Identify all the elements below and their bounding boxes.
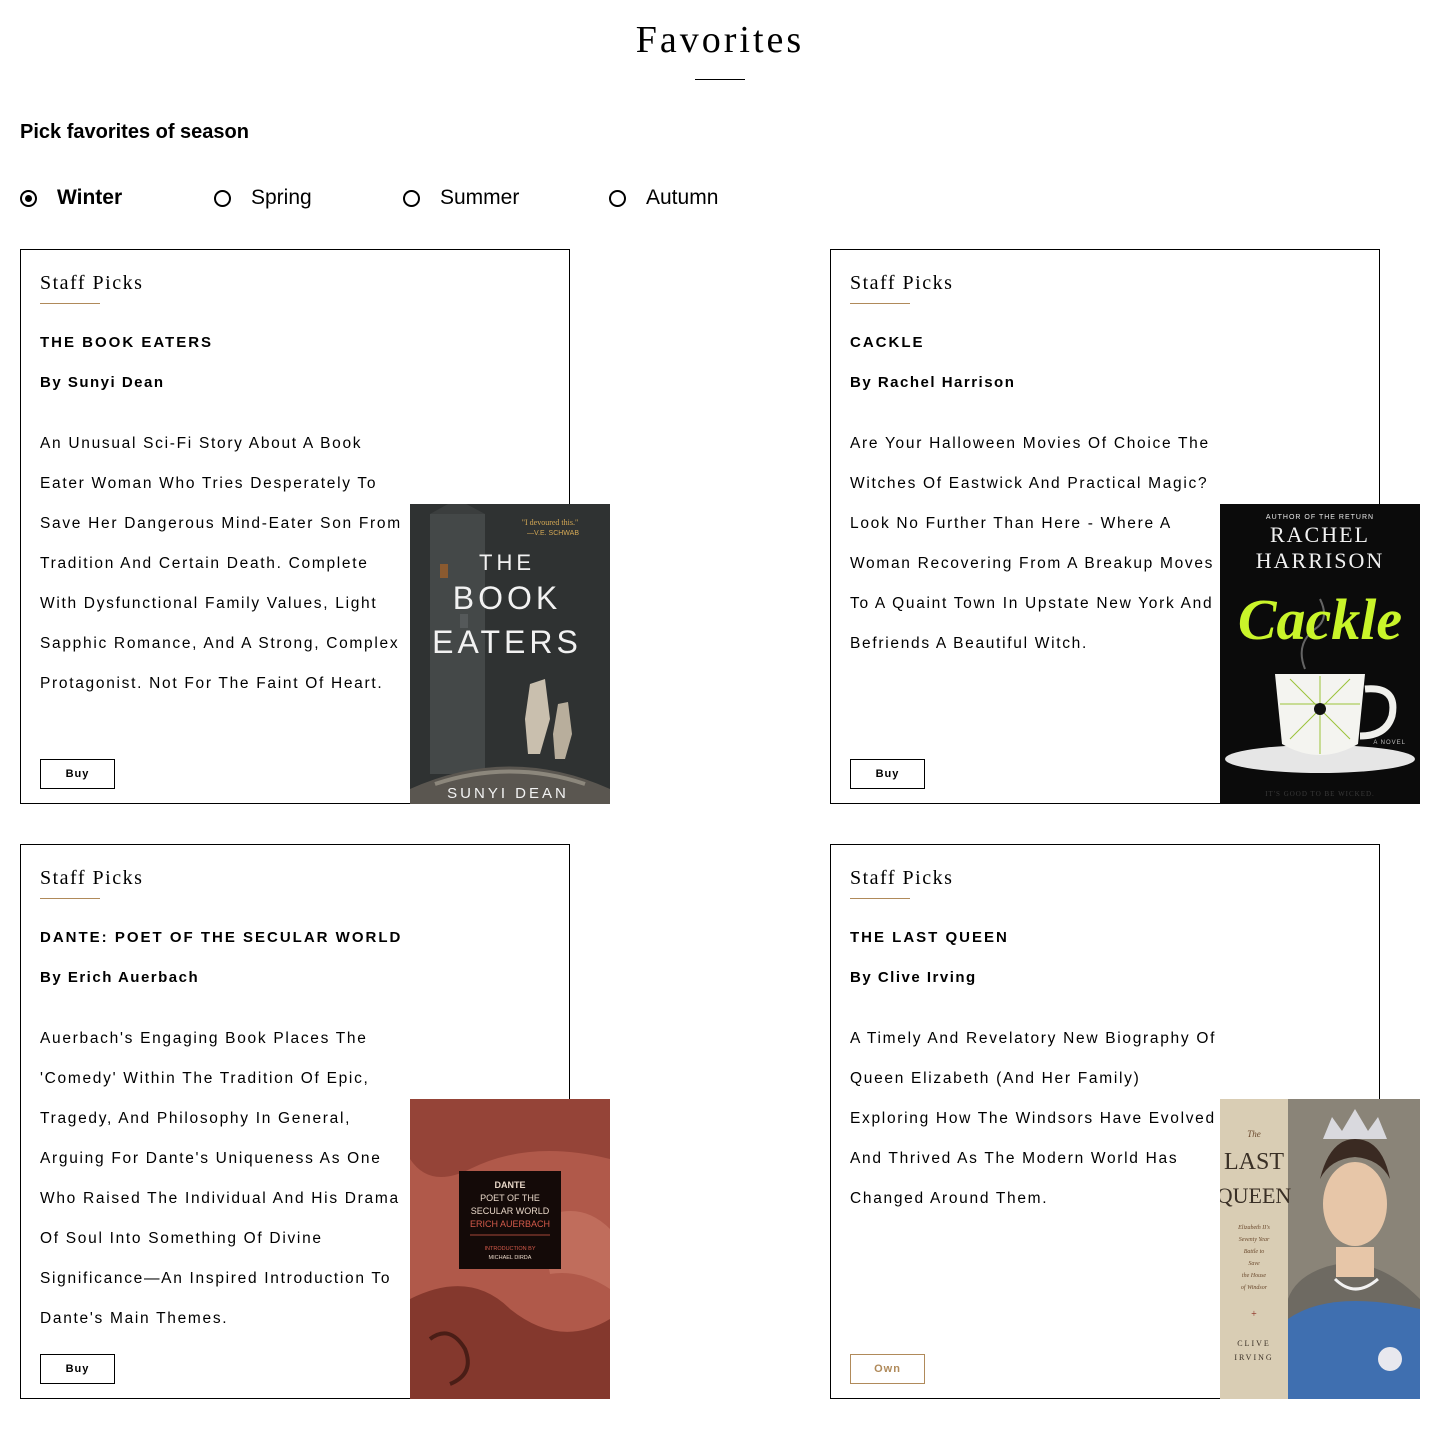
cover-subtitle: Seventy Year bbox=[1239, 1237, 1270, 1243]
tag-divider bbox=[850, 303, 910, 304]
cover-title-line: SECULAR WORLD bbox=[471, 1206, 550, 1216]
book-description: Are Your Halloween Movies Of Choice The … bbox=[850, 435, 1215, 652]
cover-title-queen: QUEEN bbox=[1220, 1183, 1291, 1208]
book-cover-book-eaters[interactable]: "I devoured this." —V.E. SCHWAB THE BOOK… bbox=[410, 504, 610, 804]
cover-author-line: CLIVE bbox=[1237, 1339, 1271, 1348]
cover-subtitle: of Windsor bbox=[1241, 1284, 1268, 1291]
cover-author: ERICH AUERBACH bbox=[470, 1219, 550, 1229]
radio-unchecked-icon[interactable] bbox=[609, 189, 626, 207]
cover-title-line: DANTE bbox=[495, 1180, 526, 1190]
card-tag: Staff Picks bbox=[850, 272, 954, 294]
cover-title: Cackle bbox=[1238, 587, 1402, 652]
season-option-spring[interactable]: Spring bbox=[214, 184, 312, 212]
cover-intro-label: INTRODUCTION BY bbox=[484, 1246, 535, 1252]
book-description: Auerbach's Engaging Book Places The 'Com… bbox=[40, 1030, 400, 1327]
cover-art: DANTE POET OF THE SECULAR WORLD ERICH AU… bbox=[410, 1099, 610, 1399]
book-author: By Sunyi Dean bbox=[40, 374, 165, 391]
cover-author-line: IRVING bbox=[1234, 1353, 1273, 1362]
book-description: A Timely And Revelatory New Biography Of… bbox=[850, 1030, 1217, 1207]
season-label-summer: Summer bbox=[440, 186, 520, 209]
card-tag: Staff Picks bbox=[40, 272, 144, 294]
cover-art: "I devoured this." —V.E. SCHWAB THE BOOK… bbox=[410, 504, 610, 804]
cover-art: The LAST QUEEN Elizabeth II's Seventy Ye… bbox=[1220, 1099, 1420, 1399]
own-button[interactable]: Own bbox=[850, 1354, 925, 1384]
cover-subtitle: Battle to bbox=[1244, 1249, 1265, 1255]
book-title: DANTE: POET OF THE SECULAR WORLD bbox=[40, 929, 403, 946]
cover-title-line: POET OF THE bbox=[480, 1193, 540, 1203]
cover-kicker: AUTHOR OF THE RETURN bbox=[1266, 514, 1374, 521]
cover-tagline: IT'S GOOD TO BE WICKED. bbox=[1265, 790, 1375, 798]
season-label-autumn: Autumn bbox=[646, 186, 719, 209]
book-description: An Unusual Sci-Fi Story About A Book Eat… bbox=[40, 435, 402, 692]
cover-author: SUNYI DEAN bbox=[447, 785, 569, 802]
cover-quote: "I devoured this." bbox=[522, 518, 579, 527]
book-title: THE BOOK EATERS bbox=[40, 334, 214, 351]
cover-title-the: The bbox=[1247, 1129, 1261, 1139]
cover-quote-by: —V.E. SCHWAB bbox=[527, 530, 579, 537]
season-option-summer[interactable]: Summer bbox=[403, 184, 519, 212]
cross-icon: + bbox=[1251, 1309, 1257, 1320]
season-label-spring: Spring bbox=[251, 186, 312, 209]
page-title: Favorites bbox=[635, 19, 805, 61]
tag-divider bbox=[850, 898, 910, 899]
cover-title-line: THE bbox=[479, 550, 535, 575]
cover-author-line: RACHEL bbox=[1270, 522, 1370, 547]
buy-button[interactable]: Buy bbox=[40, 759, 115, 789]
tag-divider bbox=[40, 898, 100, 899]
cover-title-last: LAST bbox=[1224, 1149, 1284, 1175]
book-title: THE LAST QUEEN bbox=[850, 929, 1009, 946]
tag-divider bbox=[40, 303, 100, 304]
cover-subtitle: Save bbox=[1248, 1261, 1260, 1267]
book-cover-last-queen[interactable]: The LAST QUEEN Elizabeth II's Seventy Ye… bbox=[1220, 1099, 1420, 1399]
radio-checked-icon[interactable] bbox=[20, 189, 37, 207]
card-tag: Staff Picks bbox=[40, 867, 144, 889]
season-picker-heading: Pick favorites of season bbox=[20, 121, 249, 143]
radio-unchecked-icon[interactable] bbox=[214, 189, 231, 207]
cover-art: AUTHOR OF THE RETURN RACHEL HARRISON Cac… bbox=[1220, 504, 1420, 804]
title-divider bbox=[695, 79, 745, 80]
book-author: By Erich Auerbach bbox=[40, 969, 200, 986]
cover-title-line: EATERS bbox=[432, 624, 582, 660]
cover-intro-name: MICHAEL DIRDA bbox=[489, 1255, 532, 1261]
cover-author-line: HARRISON bbox=[1256, 548, 1384, 573]
buy-button[interactable]: Buy bbox=[850, 759, 925, 789]
book-author: By Rachel Harrison bbox=[850, 374, 1016, 391]
season-option-winter[interactable]: Winter bbox=[20, 184, 122, 212]
card-tag: Staff Picks bbox=[850, 867, 954, 889]
book-cover-dante[interactable]: DANTE POET OF THE SECULAR WORLD ERICH AU… bbox=[410, 1099, 610, 1399]
season-label-winter: Winter bbox=[57, 186, 123, 209]
cover-subtitle: the House bbox=[1242, 1273, 1266, 1279]
radio-unchecked-icon[interactable] bbox=[403, 189, 420, 207]
season-option-autumn[interactable]: Autumn bbox=[609, 184, 718, 212]
cover-side-text: A NOVEL bbox=[1373, 740, 1406, 746]
book-title: CACKLE bbox=[850, 334, 925, 351]
cover-title-line: BOOK bbox=[453, 580, 561, 616]
book-author: By Clive Irving bbox=[850, 969, 977, 986]
buy-button[interactable]: Buy bbox=[40, 1354, 115, 1384]
book-cover-cackle[interactable]: AUTHOR OF THE RETURN RACHEL HARRISON Cac… bbox=[1220, 504, 1420, 804]
cover-subtitle: Elizabeth II's bbox=[1237, 1225, 1270, 1231]
